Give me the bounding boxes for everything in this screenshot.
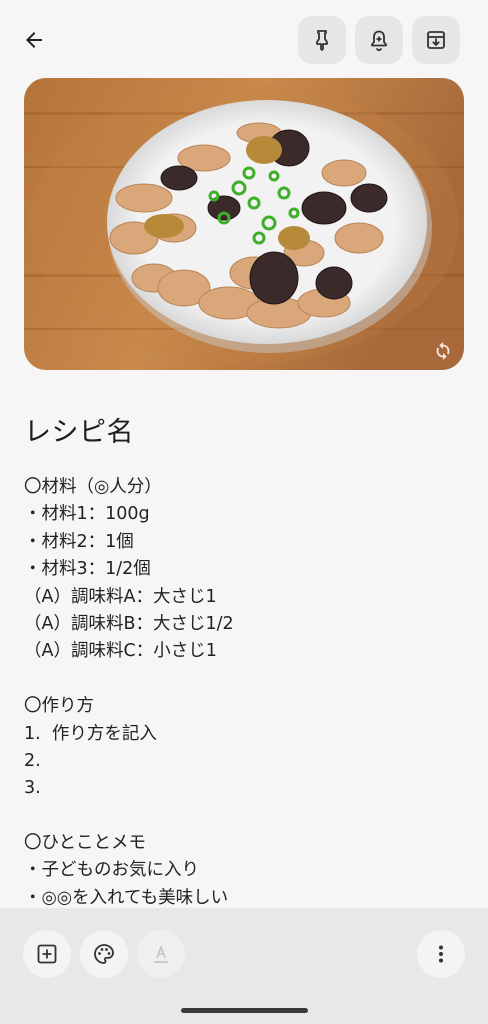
body-line: ・材料1：100g [24, 504, 150, 525]
more-options-button[interactable] [417, 930, 465, 978]
background-options-button[interactable] [80, 930, 128, 978]
body-line [24, 803, 464, 830]
home-indicator[interactable] [181, 1008, 308, 1013]
body-line: 〇材料（◎人分） [24, 477, 162, 497]
add-box-icon [37, 944, 57, 964]
note-image[interactable] [24, 78, 464, 370]
reminder-button[interactable] [355, 16, 403, 64]
pin-icon [316, 30, 328, 51]
top-app-bar [0, 0, 488, 78]
body-line: 2. [24, 750, 41, 771]
body-line [24, 666, 464, 693]
body-line: 〇作り方 [24, 696, 94, 717]
archive-icon [427, 31, 445, 49]
body-line: 〇ひとことメモ [24, 833, 146, 854]
body-line: （A）調味料A：大さじ1 [24, 586, 217, 607]
text-format-icon [154, 946, 168, 963]
body-line: （A）調味料B：大さじ1/2 [24, 613, 234, 634]
note-title[interactable]: レシピ名 [24, 410, 134, 449]
body-line: ・子どものお気に入り [24, 860, 199, 881]
palette-icon [94, 944, 114, 964]
note-body[interactable]: 〇材料（◎人分） ・材料1：100g ・材料2：1個 ・材料3：1/2個 （A）… [24, 474, 464, 912]
body-line: ・材料2：1個 [24, 531, 134, 552]
body-line: 1. 作り方を記入 [24, 723, 157, 744]
image-sync-icon [436, 341, 450, 361]
bottom-toolbar [0, 908, 488, 1024]
text-format-button[interactable] [137, 930, 185, 978]
pin-button[interactable] [298, 16, 346, 64]
more-vertical-icon [439, 945, 443, 963]
body-line: ・材料3：1/2個 [24, 559, 151, 580]
bell-plus-icon [371, 30, 387, 52]
body-line: 3. [24, 778, 41, 799]
back-button[interactable] [12, 18, 56, 62]
body-line: （A）調味料C：小さじ1 [24, 641, 217, 662]
add-content-button[interactable] [23, 930, 71, 978]
arrow-left-icon [26, 32, 42, 48]
food-photo [24, 78, 464, 370]
archive-button[interactable] [412, 16, 460, 64]
